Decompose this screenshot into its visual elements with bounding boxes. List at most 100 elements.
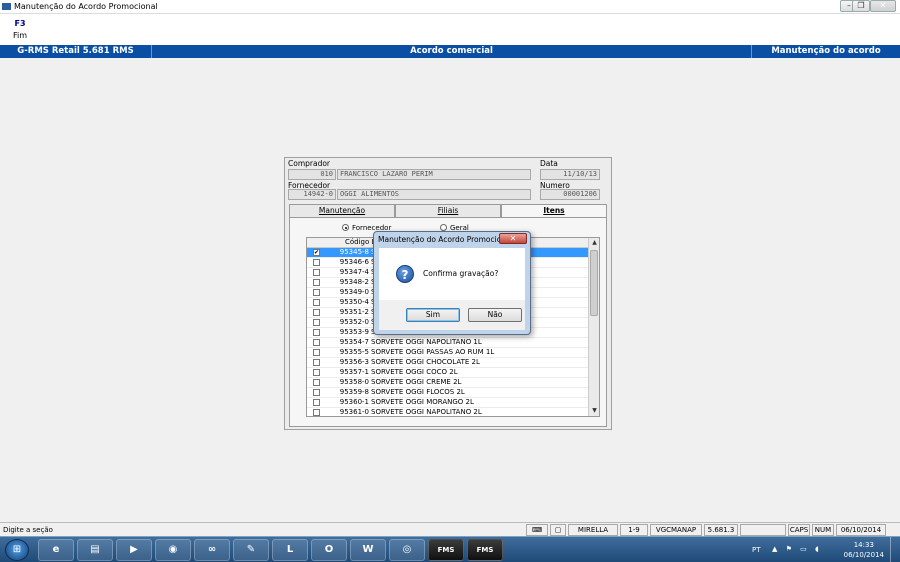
checkbox-icon[interactable]	[313, 379, 320, 386]
comprador-name-field: FRANCISCO LAZARO PERIM	[337, 169, 531, 180]
item-description: SORVETE OGGI NAPOLITANO 2L	[371, 408, 482, 416]
checkbox-icon[interactable]	[313, 269, 320, 276]
item-code: 95347-4	[339, 268, 369, 276]
checkbox-icon[interactable]	[313, 259, 320, 266]
item-description: SORVETE OGGI CREME 2L	[371, 378, 462, 386]
checkbox-icon[interactable]	[313, 389, 320, 396]
tab-manutencao[interactable]: Manutenção	[289, 204, 395, 217]
checkbox-icon[interactable]	[313, 329, 320, 336]
status-caps: CAPS	[788, 524, 810, 536]
item-code: 95360-1	[339, 398, 369, 406]
checkbox-icon[interactable]	[313, 299, 320, 306]
no-button[interactable]: Não	[468, 308, 522, 322]
table-row[interactable]: 95356-3 SORVETE OGGI CHOCOLATE 2L	[307, 358, 589, 368]
item-description: SORVETE OGGI COCO 2L	[371, 368, 458, 376]
checkbox-icon[interactable]	[313, 369, 320, 376]
table-row[interactable]: 95358-0 SORVETE OGGI CREME 2L	[307, 378, 589, 388]
fkey-label: Fim	[12, 31, 28, 40]
table-row[interactable]: 95359-8 SORVETE OGGI FLOCOS 2L	[307, 388, 589, 398]
numero-field[interactable]: 00001206	[540, 189, 600, 200]
table-row[interactable]: 95360-1 SORVETE OGGI MORANGO 2L	[307, 398, 589, 408]
comprador-label: Comprador	[288, 159, 331, 168]
restore-button[interactable]: ❐	[852, 0, 870, 12]
checkbox-icon[interactable]	[313, 399, 320, 406]
ie-icon[interactable]: e	[38, 539, 74, 561]
scroll-down-icon[interactable]: ▼	[589, 406, 599, 416]
lync-icon[interactable]: L	[272, 539, 308, 561]
dialog-title: Manutenção do Acordo Promocio...	[378, 235, 509, 244]
status-range: 1-9	[620, 524, 648, 536]
item-code: 95359-8	[339, 388, 369, 396]
outlook-icon[interactable]: O	[311, 539, 347, 561]
dialog-footer: Sim Não	[379, 300, 525, 330]
scroll-thumb[interactable]	[590, 250, 598, 316]
status-bar: Digite a seção ⌨ ▢ MIRELLA 1-9 VGCMANAP …	[0, 522, 900, 536]
notes-icon[interactable]: ✎	[233, 539, 269, 561]
keyboard-icon: ⌨	[526, 524, 548, 536]
header-band: G-RMS Retail 5.681 RMS Acordo comercial …	[0, 45, 900, 58]
app-icon	[2, 3, 11, 10]
item-code: 95356-3	[339, 358, 369, 366]
item-code: 95349-0	[339, 288, 369, 296]
tray-icons[interactable]: ▲ ⚑ ▭ ◖	[772, 545, 822, 553]
checkbox-icon[interactable]	[313, 289, 320, 296]
function-key-bar: F3 Fim	[0, 15, 900, 45]
table-row[interactable]: 95355-5 SORVETE OGGI PASSAS AO RUM 1L	[307, 348, 589, 358]
dialog-close-button[interactable]: ✕	[499, 233, 527, 244]
language-indicator[interactable]: PT	[752, 546, 761, 554]
yes-button[interactable]: Sim	[406, 308, 460, 322]
table-row[interactable]: 95361-0 SORVETE OGGI NAPOLITANO 2L	[307, 408, 589, 416]
tray-date: 06/10/2014	[843, 551, 884, 559]
checkbox-icon[interactable]	[313, 279, 320, 286]
checkbox-icon[interactable]	[313, 339, 320, 346]
start-button[interactable]: ⊞	[5, 539, 29, 561]
explorer-icon[interactable]: ▤	[77, 539, 113, 561]
checkbox-icon[interactable]	[313, 409, 320, 416]
table-row[interactable]: 95357-1 SORVETE OGGI COCO 2L	[307, 368, 589, 378]
item-code: 95353-9	[339, 328, 369, 336]
network-icon[interactable]: ◎	[389, 539, 425, 561]
status-message: Digite a seção	[3, 526, 53, 534]
checkbox-icon[interactable]	[313, 349, 320, 356]
item-description: SORVETE OGGI PASSAS AO RUM 1L	[371, 348, 495, 356]
fms-app-button-2[interactable]: FMS	[467, 539, 503, 561]
checkbox-icon[interactable]	[313, 359, 320, 366]
item-description: SORVETE OGGI FLOCOS 2L	[371, 388, 465, 396]
checkbox-icon[interactable]	[313, 319, 320, 326]
band-module: Acordo comercial	[152, 45, 752, 58]
tab-itens[interactable]: Itens	[501, 204, 607, 218]
status-user: MIRELLA	[568, 524, 618, 536]
media-player-icon[interactable]: ▶	[116, 539, 152, 561]
confirm-dialog: Manutenção do Acordo Promocio... ✕ ? Con…	[373, 231, 531, 335]
comprador-code-field[interactable]: 010	[288, 169, 336, 180]
item-code: 95346-6	[339, 258, 369, 266]
table-row[interactable]: 95354-7 SORVETE OGGI NAPOLITANO 1L	[307, 338, 589, 348]
item-description: SORVETE OGGI NAPOLITANO 1L	[371, 338, 482, 346]
close-button[interactable]: ✕	[870, 0, 896, 12]
fornecedor-code-field[interactable]: 14942-0	[288, 189, 336, 200]
fkey-f3-fim[interactable]: F3 Fim	[10, 19, 30, 40]
chrome-icon[interactable]: ◉	[155, 539, 191, 561]
status-num: NUM	[812, 524, 834, 536]
tab-filiais[interactable]: Filiais	[395, 204, 501, 217]
grid-scrollbar[interactable]: ▲ ▼	[588, 238, 599, 416]
question-icon: ?	[396, 265, 414, 283]
fms-app-button-1[interactable]: FMS	[428, 539, 464, 561]
data-field: 11/10/13	[540, 169, 600, 180]
item-code: 95350-4	[339, 298, 369, 306]
item-code: 95361-0	[339, 408, 369, 416]
window-titlebar: Manutenção do Acordo Promocional – ❐ ✕	[0, 0, 900, 14]
item-code: 95354-7	[339, 338, 369, 346]
tray-clock[interactable]: 14:33 06/10/2014	[844, 540, 884, 560]
fkey-key: F3	[14, 19, 26, 28]
show-desktop-button[interactable]	[890, 537, 900, 562]
item-code: 95351-2	[339, 308, 369, 316]
status-blank	[740, 524, 786, 536]
radio-dot-icon	[440, 224, 447, 231]
checkbox-icon[interactable]	[313, 309, 320, 316]
tray-time: 14:33	[853, 541, 874, 549]
word-icon[interactable]: W	[350, 539, 386, 561]
checkbox-checked-icon[interactable]: ✔	[313, 249, 320, 256]
scroll-up-icon[interactable]: ▲	[589, 238, 599, 248]
app-icon[interactable]: ∞	[194, 539, 230, 561]
